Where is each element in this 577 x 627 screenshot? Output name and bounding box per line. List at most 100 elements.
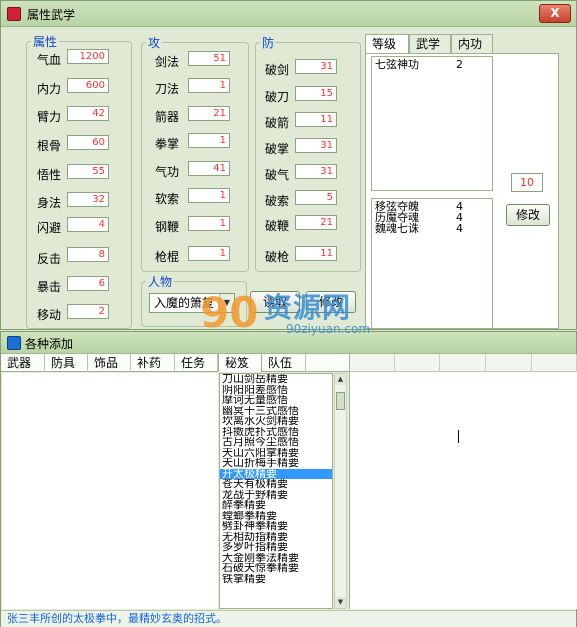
attr-input[interactable]: 8 bbox=[67, 247, 109, 262]
app-icon bbox=[7, 7, 21, 21]
list-item[interactable]: 龙战于野精要 bbox=[220, 490, 332, 501]
attack-label: 钢鞭 bbox=[155, 220, 180, 234]
attr-label: 身法 bbox=[37, 196, 62, 210]
list-item[interactable]: 古月照今尘感悟 bbox=[220, 437, 332, 448]
attr-input[interactable]: 32 bbox=[67, 192, 109, 207]
item-area bbox=[2, 373, 218, 609]
list-item[interactable]: 摩诃无量感悟 bbox=[220, 395, 332, 406]
defense-input[interactable]: 15 bbox=[295, 86, 337, 101]
list-item[interactable]: 坎离水火剑精要 bbox=[220, 416, 332, 427]
defense-input[interactable]: 31 bbox=[295, 138, 337, 153]
tab-inner[interactable]: 内功 bbox=[451, 34, 493, 54]
attr-input[interactable]: 4 bbox=[67, 217, 109, 232]
person-legend: 人物 bbox=[148, 275, 173, 289]
list-item[interactable]: 多罗叶指精要 bbox=[220, 542, 332, 553]
attr-input[interactable]: 42 bbox=[67, 106, 109, 121]
list-item[interactable]: 螳螂拳精要 bbox=[220, 511, 332, 522]
attr-input[interactable]: 6 bbox=[67, 276, 109, 291]
defense-input[interactable]: 5 bbox=[295, 190, 337, 205]
attack-input[interactable]: 1 bbox=[188, 188, 230, 203]
attr-input[interactable]: 60 bbox=[67, 135, 109, 150]
attr-label: 暴击 bbox=[37, 280, 62, 294]
attributes-window: 属性武学 X 属性 气血 1200 内力 600 臂力 42 根骨 60 悟性 … bbox=[0, 0, 577, 330]
detail-grid[interactable] bbox=[349, 354, 577, 609]
attack-input[interactable]: 21 bbox=[188, 106, 230, 121]
window-title: 各种添加 bbox=[25, 337, 74, 351]
list-item[interactable]: 劈卦神拳精要 bbox=[220, 521, 332, 532]
grid-column[interactable] bbox=[532, 354, 577, 372]
manual-list[interactable]: 刀山剑岳精要 阴阳阳差感悟 摩诃无量感悟 幽冥十三式感悟 坎离水火剑精要 抖擞虎… bbox=[219, 373, 333, 609]
defense-input[interactable]: 11 bbox=[295, 112, 337, 127]
modify-level-button[interactable]: 修改 bbox=[506, 204, 550, 226]
level-input[interactable]: 10 bbox=[511, 173, 543, 192]
defense-input[interactable]: 21 bbox=[295, 215, 337, 230]
title-bar: 属性武学 X bbox=[1, 1, 576, 27]
watermark-url: 90ziyuan.com bbox=[286, 322, 371, 336]
attack-input[interactable]: 1 bbox=[188, 216, 230, 231]
tab-level[interactable]: 等级 bbox=[365, 34, 409, 54]
scroll-up-icon[interactable]: ▲ bbox=[335, 374, 346, 385]
list-item[interactable]: 大金刚拳法精要 bbox=[220, 553, 332, 564]
list-item[interactable]: 幽冥十三式感悟 bbox=[220, 406, 332, 417]
attack-label: 刀法 bbox=[155, 82, 180, 96]
tab-manual[interactable]: 秘笈 bbox=[218, 353, 262, 372]
tab-accessory[interactable]: 饰品 bbox=[88, 354, 131, 372]
attr-input[interactable]: 55 bbox=[67, 164, 109, 179]
watermark-text: 资源网 bbox=[264, 291, 352, 324]
grid-header bbox=[350, 354, 577, 372]
tab-martial[interactable]: 武学 bbox=[409, 34, 451, 54]
list-item[interactable]: 阴阳阳差感悟 bbox=[220, 385, 332, 396]
attr-label: 内力 bbox=[37, 82, 62, 96]
list-item[interactable]: 刀山剑岳精要 bbox=[220, 374, 332, 385]
attack-input[interactable]: 41 bbox=[188, 161, 230, 176]
defense-input[interactable]: 31 bbox=[295, 164, 337, 179]
add-items-window: 各种添加 武器 防具 饰品 补药 任务 秘笈 队伍 刀山剑岳精要 阴阳阳差感悟 … bbox=[0, 331, 577, 627]
attack-input[interactable]: 1 bbox=[188, 133, 230, 148]
list-item-selected[interactable]: 开太极精要 bbox=[220, 468, 332, 479]
attr-input[interactable]: 600 bbox=[67, 78, 109, 93]
list-scrollbar[interactable]: ▲ ▼ bbox=[334, 373, 347, 609]
category-tabs: 武器 防具 饰品 补药 任务 秘笈 队伍 bbox=[1, 353, 349, 372]
skill-list-top[interactable]: 七弦神功 2 bbox=[371, 56, 493, 191]
list-item[interactable]: 石破天惊拳精要 bbox=[220, 563, 332, 574]
list-item[interactable]: 天山折梅手精要 bbox=[220, 458, 332, 469]
list-item[interactable]: 七弦神功 2 bbox=[372, 59, 492, 70]
skill-level: 2 bbox=[456, 58, 463, 71]
list-item[interactable]: 苍天有极精要 bbox=[220, 479, 332, 490]
attack-label: 气功 bbox=[155, 165, 180, 179]
text-cursor bbox=[458, 430, 459, 443]
tab-medicine[interactable]: 补药 bbox=[131, 354, 175, 372]
list-item[interactable]: 无相劫指精要 bbox=[220, 532, 332, 543]
attr-label: 悟性 bbox=[37, 168, 62, 182]
grid-column[interactable] bbox=[395, 354, 440, 372]
defense-label: 破枪 bbox=[265, 250, 290, 264]
list-item[interactable]: 抖擞虎扑式感悟 bbox=[220, 427, 332, 438]
attr-input[interactable]: 2 bbox=[67, 304, 109, 319]
list-item[interactable]: 魏魂七诛 4 bbox=[372, 223, 492, 234]
tab-weapon[interactable]: 武器 bbox=[1, 354, 45, 372]
defense-label: 破掌 bbox=[265, 142, 290, 156]
scroll-thumb[interactable] bbox=[336, 392, 345, 410]
list-item[interactable]: 天山六阳掌精要 bbox=[220, 448, 332, 459]
list-item[interactable]: 醉拳精要 bbox=[220, 500, 332, 511]
close-button[interactable]: X bbox=[539, 4, 571, 23]
tab-party[interactable]: 队伍 bbox=[262, 354, 306, 372]
tab-quest[interactable]: 任务 bbox=[175, 354, 218, 372]
grid-column[interactable] bbox=[486, 354, 532, 372]
scroll-down-icon[interactable]: ▼ bbox=[335, 597, 346, 608]
attack-input[interactable]: 51 bbox=[188, 51, 230, 66]
attr-input[interactable]: 1200 bbox=[67, 49, 109, 64]
grid-column[interactable] bbox=[350, 354, 395, 372]
list-item[interactable]: 铁掌精要 bbox=[220, 574, 332, 585]
attack-input[interactable]: 1 bbox=[188, 78, 230, 93]
attack-input[interactable]: 1 bbox=[188, 246, 230, 261]
skill-list-bottom[interactable]: 移弦夺魄 4 历魔夺魂 4 魏魂七诛 4 bbox=[371, 198, 493, 329]
attack-label: 软索 bbox=[155, 192, 180, 206]
defense-input[interactable]: 11 bbox=[295, 246, 337, 261]
tab-armor[interactable]: 防具 bbox=[45, 354, 88, 372]
defense-input[interactable]: 31 bbox=[295, 59, 337, 74]
defense-label: 破鞭 bbox=[265, 219, 290, 233]
attr-label: 气血 bbox=[37, 53, 62, 67]
grid-column[interactable] bbox=[440, 354, 486, 372]
attack-legend: 攻 bbox=[148, 36, 161, 50]
